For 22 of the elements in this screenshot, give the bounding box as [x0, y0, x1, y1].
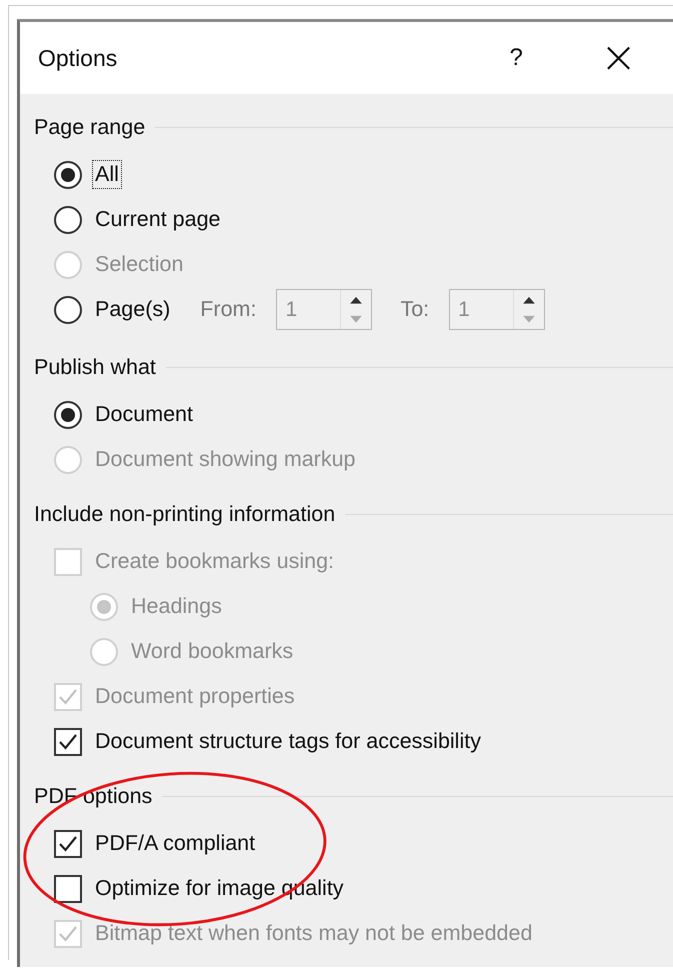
checkbox[interactable] [54, 874, 82, 902]
checkbox[interactable] [54, 728, 82, 756]
from-label: From: [200, 297, 256, 322]
checkbox[interactable] [54, 830, 82, 858]
window-title: Options [38, 44, 118, 72]
help-button[interactable]: ? [496, 44, 536, 72]
to-label: To: [400, 297, 430, 322]
radio-button[interactable] [54, 400, 82, 428]
radio-button[interactable] [54, 160, 82, 188]
radio-label[interactable]: All [93, 161, 121, 188]
radio-label[interactable]: Document [93, 401, 195, 428]
section-heading: Publish what [34, 354, 156, 380]
checkbox-label[interactable]: Document structure tags for accessibility [93, 728, 483, 755]
radio-button[interactable] [54, 296, 82, 324]
radio-label[interactable]: Current page [93, 206, 222, 233]
section-heading: Include non-printing information [34, 502, 336, 526]
section-heading: PDF options [34, 784, 152, 808]
close-button[interactable]: × [600, 38, 637, 78]
section-heading: Page range [34, 114, 146, 140]
checkbox-label[interactable]: PDF/A compliant [93, 830, 258, 857]
radio-button[interactable] [54, 206, 82, 234]
radio-label[interactable]: Page(s) [93, 296, 172, 323]
